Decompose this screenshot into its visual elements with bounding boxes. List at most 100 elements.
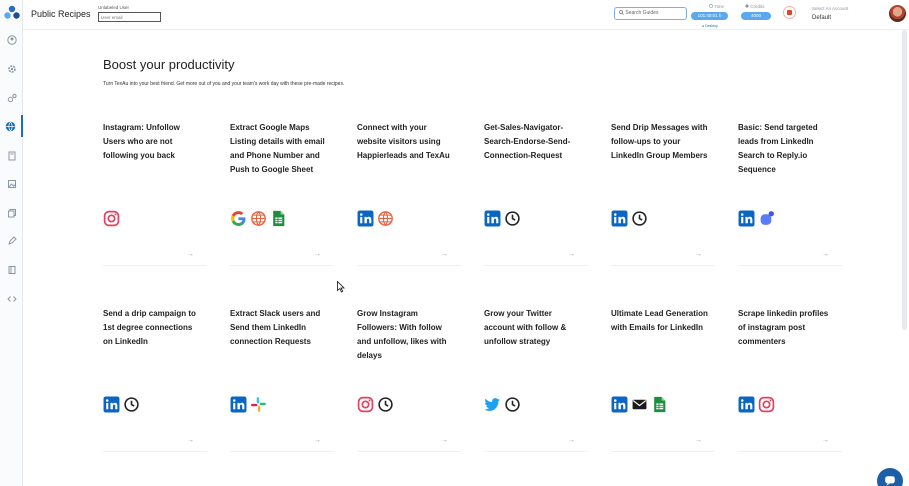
nav-profile-icon[interactable] — [0, 29, 23, 51]
google-sheets-icon — [651, 396, 668, 413]
credits-label: Credits — [745, 4, 765, 9]
arrow-right-icon[interactable]: → — [695, 251, 702, 258]
card-divider — [611, 265, 715, 266]
credits-icon — [745, 4, 749, 8]
linkedin-icon — [230, 396, 247, 413]
email-icon — [631, 396, 648, 413]
arrow-right-icon[interactable]: → — [568, 251, 575, 258]
nav-image-icon[interactable] — [0, 173, 23, 195]
nav-settings-icon[interactable] — [0, 58, 23, 80]
user-email-input[interactable]: User email — [98, 12, 161, 22]
arrow-right-icon[interactable]: → — [187, 251, 194, 258]
account-select[interactable]: Default — [812, 15, 831, 21]
recipe-card-title: Send a drip campaign to 1st degree conne… — [103, 309, 196, 346]
linkedin-icon — [611, 396, 628, 413]
scrollbar[interactable] — [902, 30, 907, 330]
recipe-card[interactable]: Scrape linkedin profiles of instagram po… — [738, 307, 842, 453]
avatar[interactable] — [889, 5, 906, 22]
card-divider — [484, 265, 588, 266]
clock-icon — [504, 210, 521, 227]
clock-icon — [377, 396, 394, 413]
nav-book-icon[interactable] — [0, 145, 23, 167]
google-icon — [230, 210, 247, 227]
account-select-label: Select An Account — [812, 6, 849, 11]
clock-icon — [709, 4, 713, 8]
reply-io-icon — [758, 210, 775, 227]
mouse-cursor-icon — [337, 281, 345, 293]
recipe-card[interactable]: Connect with your website visitors using… — [357, 121, 461, 267]
card-divider — [230, 265, 334, 266]
unlabeled-user-label: Unlabeled User — [98, 5, 130, 10]
recipe-card-title: Grow Instagram Followers: With follow an… — [357, 309, 447, 360]
arrow-right-icon[interactable]: → — [568, 437, 575, 444]
recipe-card-icons — [738, 207, 775, 229]
nav-copy-icon[interactable] — [0, 202, 23, 224]
recipe-card[interactable]: Instagram: Unfollow Users who are not fo… — [103, 121, 207, 267]
recipe-card-icons — [357, 207, 394, 229]
recipe-card-icons — [484, 393, 521, 415]
recipe-card-icons — [611, 393, 668, 415]
stop-button[interactable] — [783, 6, 796, 19]
recipe-card-title: Basic: Send targeted leads from LinkedIn… — [738, 123, 818, 174]
recipe-card-title: Get-Sales-Navigator-Search-Endorse-Send-… — [484, 123, 571, 160]
recipe-card-title: Connect with your website visitors using… — [357, 123, 450, 160]
recipe-card-icons — [103, 393, 140, 415]
recipe-card[interactable]: Basic: Send targeted leads from LinkedIn… — [738, 121, 842, 267]
recipe-card[interactable]: Send a drip campaign to 1st degree conne… — [103, 307, 207, 453]
arrow-right-icon[interactable]: → — [822, 437, 829, 444]
clock-icon — [631, 210, 648, 227]
recipe-card-title: Extract Slack users and Send them Linked… — [230, 309, 321, 346]
desktop-status: ● Desktop — [702, 24, 718, 28]
texau-logo-icon[interactable] — [3, 4, 21, 22]
card-divider — [484, 451, 588, 452]
recipe-card[interactable]: Extract Google Maps Listing details with… — [230, 121, 334, 267]
card-divider — [738, 451, 842, 452]
recipe-card[interactable]: Grow Instagram Followers: With follow an… — [357, 307, 461, 453]
linkedin-icon — [738, 210, 755, 227]
search-placeholder: Search Guides — [625, 10, 659, 16]
linkedin-icon — [484, 210, 501, 227]
recipe-card[interactable]: Send Drip Messages with follow-ups to yo… — [611, 121, 715, 267]
nav-file-icon[interactable] — [0, 259, 23, 281]
time-badge: 101:40:01 h — [691, 12, 728, 20]
linkedin-icon — [738, 396, 755, 413]
slack-icon — [250, 396, 267, 413]
instagram-icon — [758, 396, 775, 413]
recipe-card[interactable]: Get-Sales-Navigator-Search-Endorse-Send-… — [484, 121, 588, 267]
nav-edit-icon[interactable] — [0, 230, 23, 252]
arrow-right-icon[interactable]: → — [314, 251, 321, 258]
recipe-card-icons — [230, 207, 287, 229]
recipe-card-icons — [103, 207, 120, 229]
arrow-right-icon[interactable]: → — [314, 437, 321, 444]
card-divider — [357, 451, 461, 452]
search-guides-input[interactable]: Search Guides — [614, 7, 687, 20]
web-icon — [377, 210, 394, 227]
chat-icon — [885, 476, 895, 486]
recipe-card-icons — [357, 393, 394, 415]
card-divider — [103, 451, 207, 452]
card-divider — [103, 265, 207, 266]
clock-icon — [504, 396, 521, 413]
recipe-card-icons — [611, 207, 648, 229]
card-divider — [611, 451, 715, 452]
recipe-card[interactable]: Extract Slack users and Send them Linked… — [230, 307, 334, 453]
chat-button[interactable] — [877, 468, 903, 486]
time-label: Time — [709, 4, 724, 9]
recipe-card[interactable]: Grow your Twitter account with follow & … — [484, 307, 588, 453]
arrow-right-icon[interactable]: → — [187, 437, 194, 444]
recipe-card-title: Grow your Twitter account with follow & … — [484, 309, 567, 346]
recipe-card-title: Scrape linkedin profiles of instagram po… — [738, 309, 829, 346]
credits-badge: 4000 — [741, 12, 771, 20]
arrow-right-icon[interactable]: → — [822, 251, 829, 258]
arrow-right-icon[interactable]: → — [441, 251, 448, 258]
nav-public-recipes-icon[interactable] — [0, 115, 23, 137]
nav-automations-icon[interactable] — [0, 87, 23, 109]
nav-code-icon[interactable] — [0, 288, 23, 310]
sidebar — [0, 0, 23, 486]
linkedin-icon — [357, 210, 374, 227]
arrow-right-icon[interactable]: → — [695, 437, 702, 444]
clock-icon — [123, 396, 140, 413]
arrow-right-icon[interactable]: → — [441, 437, 448, 444]
recipe-card[interactable]: Ultimate Lead Generation with Emails for… — [611, 307, 715, 453]
linkedin-icon — [103, 396, 120, 413]
